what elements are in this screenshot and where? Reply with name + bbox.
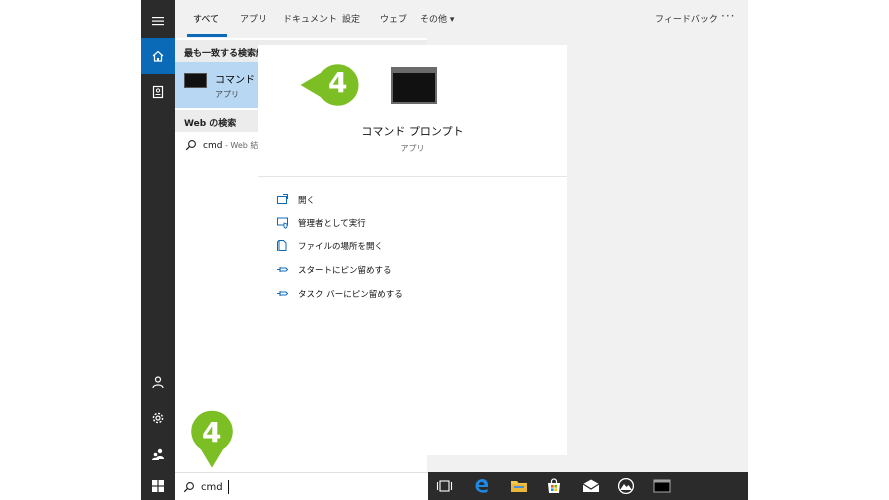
step-callout-top: 4 bbox=[296, 60, 364, 110]
start-button[interactable] bbox=[141, 472, 175, 500]
hamburger-menu-button[interactable] bbox=[141, 3, 175, 39]
notebook-icon bbox=[152, 85, 164, 99]
tab-apps[interactable]: アプリ bbox=[240, 12, 267, 25]
active-tab-indicator bbox=[187, 34, 227, 37]
feedback-hub-button[interactable] bbox=[141, 436, 175, 472]
step-callout-bottom: 4 bbox=[186, 410, 238, 472]
run-as-admin-icon bbox=[277, 217, 288, 229]
gear-icon bbox=[152, 412, 164, 424]
command-prompt-icon bbox=[184, 73, 207, 88]
edge-browser-icon[interactable] bbox=[473, 478, 491, 494]
pin-icon bbox=[277, 267, 289, 272]
action-run-as-admin-label: 管理者として実行 bbox=[298, 219, 366, 229]
command-prompt-taskbar-icon[interactable] bbox=[653, 478, 671, 494]
action-pin-to-start-label: スタートにピン留めする bbox=[298, 266, 392, 276]
action-pin-to-taskbar-label: タスク バーにピン留めする bbox=[298, 290, 403, 300]
text-caret bbox=[228, 480, 229, 494]
best-match-subtitle: アプリ bbox=[215, 90, 239, 99]
feedback-link[interactable]: フィードバック bbox=[655, 12, 718, 25]
mail-icon[interactable] bbox=[582, 478, 600, 494]
account-button[interactable] bbox=[141, 364, 175, 400]
tab-all[interactable]: すべて bbox=[193, 12, 219, 25]
home-button[interactable] bbox=[141, 38, 175, 74]
taskbar bbox=[428, 472, 748, 500]
settings-button[interactable] bbox=[141, 400, 175, 436]
callout-number-bottom: 4 bbox=[202, 416, 222, 449]
search-icon bbox=[185, 140, 196, 151]
action-open-file-location-label: ファイルの場所を開く bbox=[298, 242, 384, 252]
tab-settings[interactable]: 設定 bbox=[342, 12, 360, 25]
person-icon bbox=[152, 376, 164, 389]
taskbar-search-box[interactable] bbox=[175, 472, 428, 500]
search-icon bbox=[183, 482, 194, 493]
notebook-button[interactable] bbox=[141, 74, 175, 110]
feedback-people-icon bbox=[152, 448, 164, 460]
command-prompt-large-icon bbox=[391, 67, 437, 104]
pin-icon bbox=[277, 291, 289, 296]
hamburger-icon bbox=[152, 17, 164, 26]
home-icon bbox=[152, 50, 164, 62]
web-query: cmd bbox=[203, 141, 223, 151]
tab-web[interactable]: ウェブ bbox=[380, 12, 407, 25]
tab-documents[interactable]: ドキュメント bbox=[283, 12, 337, 25]
filter-tabs: すべて アプリ ドキュメント 設定 ウェブ その他 ▾ フィードバック ··· bbox=[175, 0, 748, 38]
task-view-icon[interactable] bbox=[436, 478, 454, 494]
start-left-rail bbox=[141, 0, 175, 472]
file-explorer-icon[interactable] bbox=[510, 478, 528, 494]
search-input[interactable] bbox=[201, 479, 401, 495]
more-options-button[interactable]: ··· bbox=[721, 9, 735, 23]
detail-divider bbox=[258, 176, 567, 177]
detail-title: コマンド プロンプト bbox=[361, 125, 464, 138]
open-icon bbox=[277, 194, 288, 204]
windows-logo-icon bbox=[152, 480, 164, 492]
callout-number-top: 4 bbox=[328, 66, 348, 99]
screen: すべて アプリ ドキュメント 設定 ウェブ その他 ▾ フィードバック ··· … bbox=[0, 0, 889, 500]
file-location-icon bbox=[277, 240, 287, 251]
detail-subtitle: アプリ bbox=[400, 144, 425, 153]
action-open-label: 開く bbox=[298, 196, 316, 206]
tab-more[interactable]: その他 ▾ bbox=[420, 12, 454, 25]
store-icon[interactable] bbox=[545, 478, 563, 494]
app-mountain-icon[interactable] bbox=[617, 478, 635, 494]
